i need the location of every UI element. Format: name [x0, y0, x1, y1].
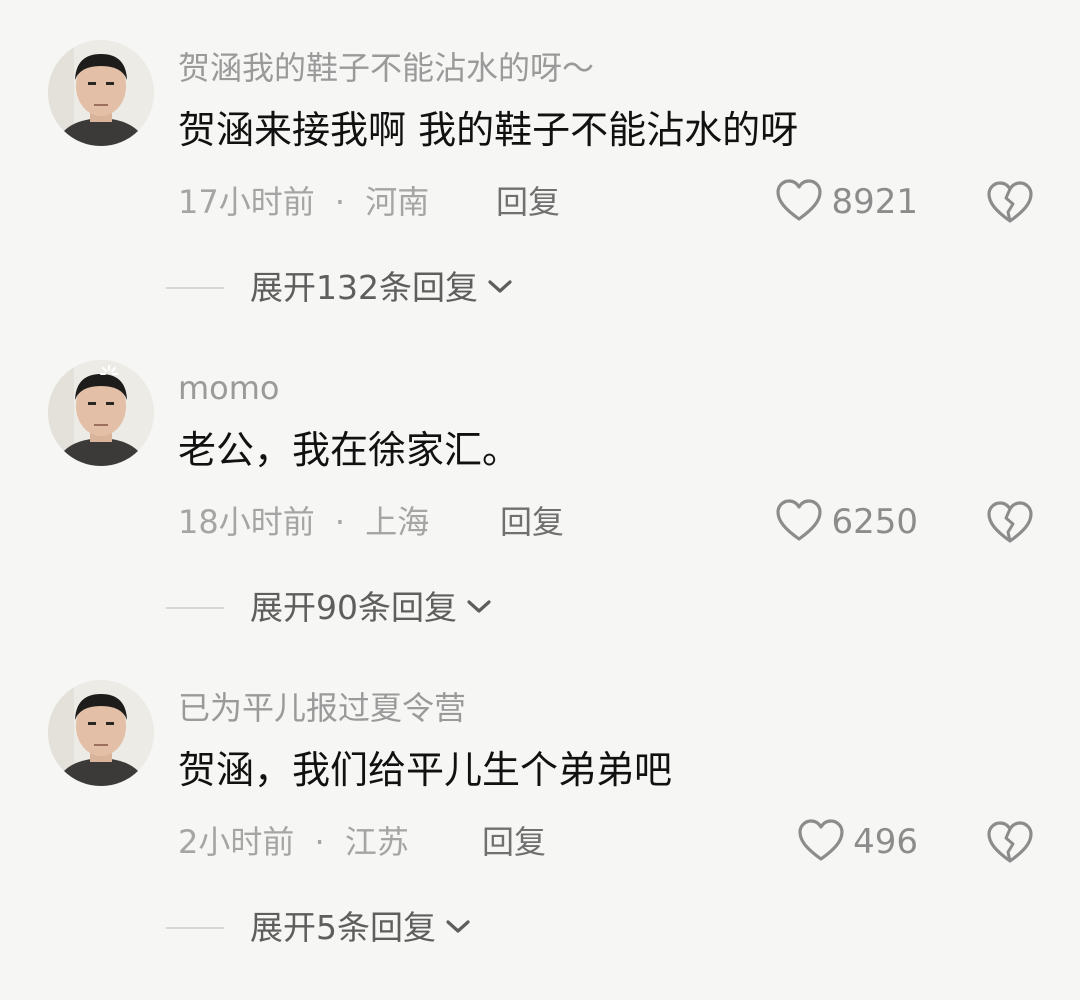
like-count: 496: [853, 822, 918, 862]
like-count: 6250: [831, 502, 918, 542]
comment-text: 老公，我在徐家汇。: [178, 428, 521, 472]
meta-separator: ·: [334, 183, 346, 221]
comment-item: momo 老公，我在徐家汇。 18小时前 · 上海 回复 6250 展开90条回…: [0, 360, 1080, 680]
comment-time: 17小时前: [178, 183, 315, 221]
meta-separator: ·: [334, 503, 346, 541]
expand-replies-label: 展开90条回复: [250, 588, 457, 627]
heart-outline-icon: [797, 818, 845, 866]
reply-button[interactable]: 回复: [496, 180, 560, 224]
comment-meta: 2小时前 · 江苏: [178, 820, 409, 864]
divider: [166, 927, 224, 929]
divider: [166, 607, 224, 609]
comment-location: 上海: [365, 503, 430, 541]
comment-location: 河南: [365, 183, 430, 221]
comment-meta: 17小时前 · 河南: [178, 180, 429, 224]
comment-meta: 18小时前 · 上海: [178, 500, 429, 544]
dislike-button[interactable]: [986, 820, 1034, 868]
chevron-down-icon: [486, 276, 514, 300]
expand-replies-button[interactable]: 展开5条回复: [166, 906, 472, 950]
comment-location: 江苏: [344, 823, 409, 861]
chevron-down-icon: [444, 916, 472, 940]
comment-time: 2小时前: [178, 823, 295, 861]
avatar[interactable]: [48, 360, 154, 466]
comment-time: 18小时前: [178, 503, 315, 541]
reply-button[interactable]: 回复: [500, 500, 564, 544]
broken-heart-icon: [986, 501, 1034, 548]
username[interactable]: 已为平儿报过夏令营: [178, 688, 466, 728]
comment-text: 贺涵来接我啊 我的鞋子不能沾水的呀: [178, 108, 799, 152]
reply-button[interactable]: 回复: [482, 820, 546, 864]
comment-text: 贺涵，我们给平儿生个弟弟吧: [178, 748, 673, 792]
like-button[interactable]: 6250: [775, 498, 918, 546]
heart-outline-icon: [775, 178, 823, 226]
broken-heart-icon: [986, 821, 1034, 868]
comment-item: 贺涵我的鞋子不能沾水的呀～ 贺涵来接我啊 我的鞋子不能沾水的呀 17小时前 · …: [0, 40, 1080, 360]
meta-separator: ·: [314, 823, 325, 861]
expand-replies-button[interactable]: 展开132条回复: [166, 266, 514, 310]
broken-heart-icon: [986, 181, 1034, 228]
expand-replies-label: 展开132条回复: [250, 268, 478, 307]
avatar[interactable]: [48, 40, 154, 146]
like-count: 8921: [831, 182, 918, 222]
comment-item: 已为平儿报过夏令营 贺涵，我们给平儿生个弟弟吧 2小时前 · 江苏 回复 496…: [0, 680, 1080, 1000]
divider: [166, 287, 224, 289]
avatar[interactable]: [48, 680, 154, 786]
heart-outline-icon: [775, 498, 823, 546]
like-button[interactable]: 8921: [775, 178, 918, 226]
username[interactable]: 贺涵我的鞋子不能沾水的呀～: [178, 48, 594, 88]
chevron-down-icon: [465, 596, 493, 620]
expand-replies-button[interactable]: 展开90条回复: [166, 586, 493, 630]
username[interactable]: momo: [178, 368, 280, 408]
dislike-button[interactable]: [986, 500, 1034, 548]
dislike-button[interactable]: [986, 180, 1034, 228]
expand-replies-label: 展开5条回复: [250, 908, 436, 947]
like-button[interactable]: 496: [797, 818, 918, 866]
